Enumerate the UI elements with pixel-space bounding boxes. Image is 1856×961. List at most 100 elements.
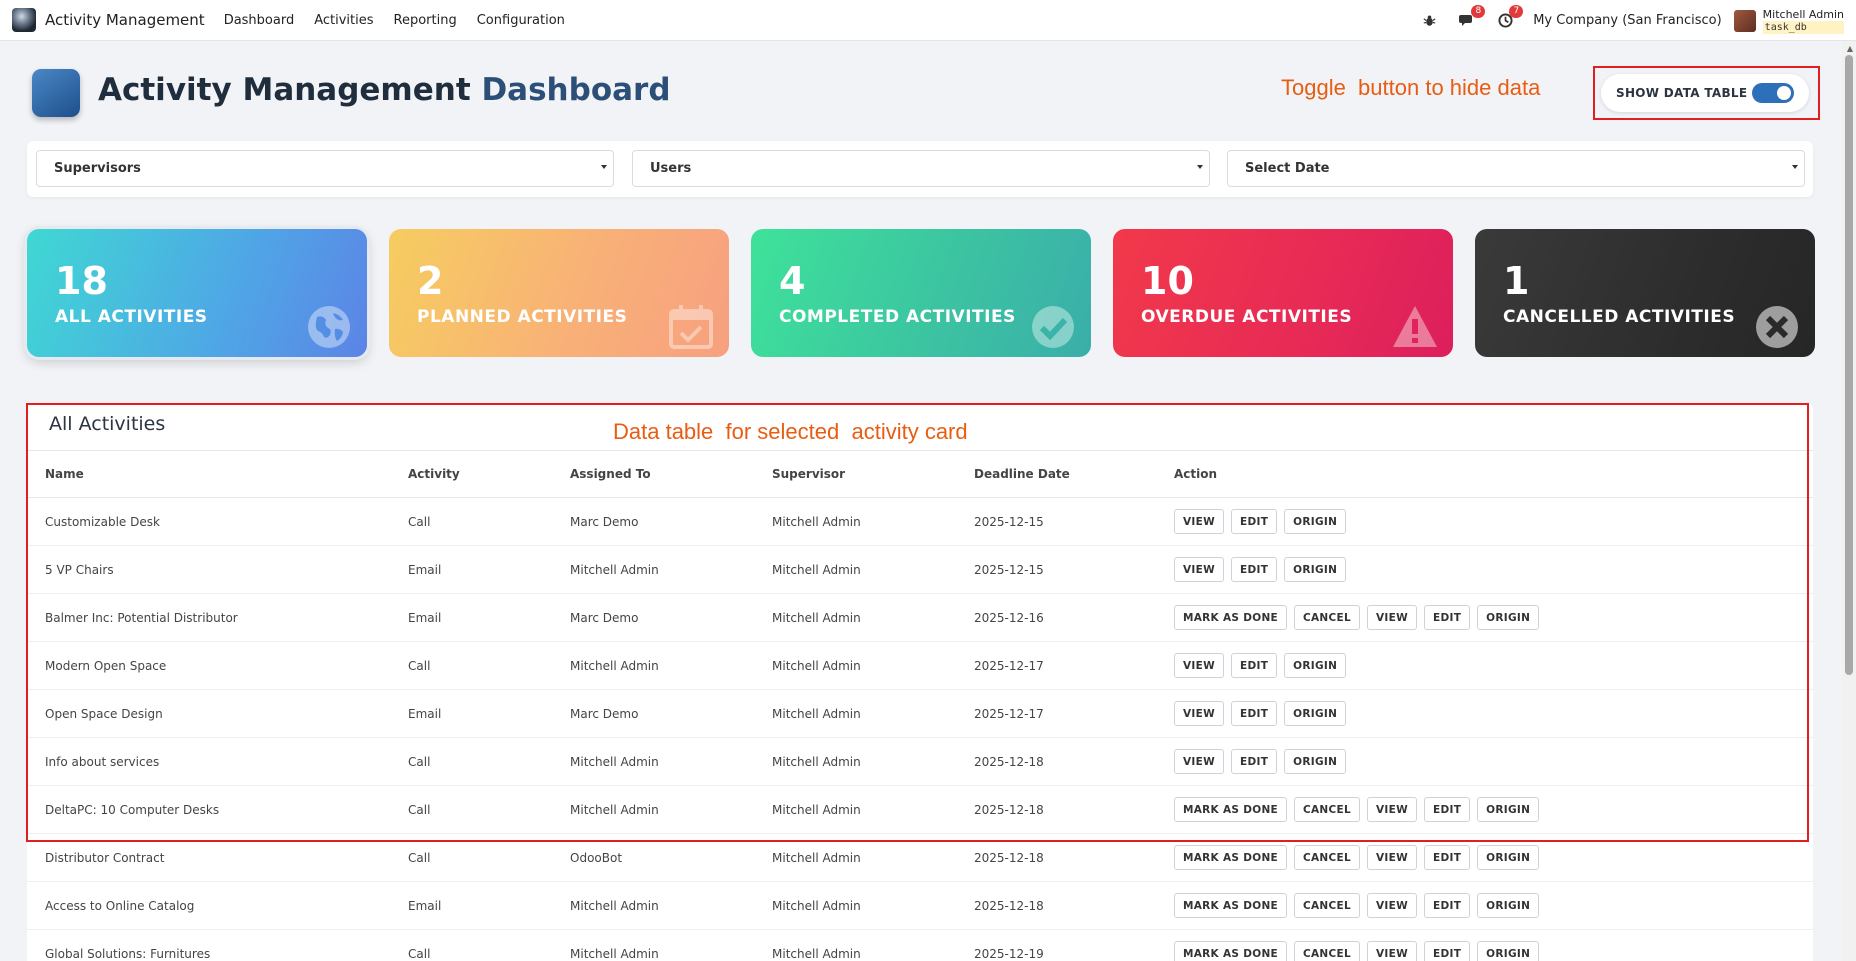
- cell-activity: Call: [408, 947, 431, 961]
- cancel-button[interactable]: CANCEL: [1294, 845, 1360, 870]
- user-menu[interactable]: Mitchell Admin task_db: [1762, 8, 1844, 34]
- app-logo-icon[interactable]: [12, 8, 36, 32]
- table-header: Name Activity Assigned To Supervisor Dea…: [27, 450, 1813, 498]
- cell-supervisor: Mitchell Admin: [772, 611, 861, 625]
- filter-bar: Supervisors Users Select Date: [27, 141, 1813, 197]
- view-button[interactable]: VIEW: [1174, 749, 1224, 774]
- cancel-button[interactable]: CANCEL: [1294, 893, 1360, 918]
- edit-button[interactable]: EDIT: [1424, 797, 1471, 822]
- cancel-button[interactable]: CANCEL: [1294, 605, 1360, 630]
- origin-button[interactable]: ORIGIN: [1477, 797, 1540, 822]
- cell-name: Distributor Contract: [45, 851, 165, 865]
- cell-assigned: Mitchell Admin: [570, 899, 659, 913]
- cell-activity: Email: [408, 611, 442, 625]
- cell-assigned: Mitchell Admin: [570, 563, 659, 577]
- column-header-assigned-to: Assigned To: [570, 467, 651, 481]
- origin-button[interactable]: ORIGIN: [1284, 749, 1347, 774]
- view-button[interactable]: VIEW: [1174, 509, 1224, 534]
- card-overdue-activities[interactable]: 10 OVERDUE ACTIVITIES: [1113, 229, 1453, 357]
- view-button[interactable]: VIEW: [1367, 605, 1417, 630]
- menu-dashboard[interactable]: Dashboard: [224, 13, 295, 28]
- edit-button[interactable]: EDIT: [1231, 653, 1278, 678]
- cell-supervisor: Mitchell Admin: [772, 803, 861, 817]
- bug-icon[interactable]: [1419, 11, 1439, 31]
- scroll-up-icon[interactable]: ▲: [1847, 44, 1853, 53]
- date-select[interactable]: Select Date: [1227, 150, 1805, 187]
- cancel-button[interactable]: CANCEL: [1294, 941, 1360, 961]
- cell-name: Info about services: [45, 755, 160, 769]
- cell-assigned: Mitchell Admin: [570, 947, 659, 961]
- origin-button[interactable]: ORIGIN: [1284, 509, 1347, 534]
- column-header-supervisor: Supervisor: [772, 467, 846, 481]
- card-all-activities[interactable]: 18 ALL ACTIVITIES: [27, 229, 367, 357]
- table-row: Info about services Call Mitchell Admin Mit…: [27, 738, 1813, 786]
- page-scrollbar[interactable]: ▲: [1842, 41, 1856, 961]
- cell-supervisor: Mitchell Admin: [772, 515, 861, 529]
- cancel-button[interactable]: CANCEL: [1294, 797, 1360, 822]
- cell-deadline: 2025-12-18: [974, 755, 1044, 769]
- card-planned-activities[interactable]: 2 PLANNED ACTIVITIES: [389, 229, 729, 357]
- main-menu: Dashboard Activities Reporting Configura…: [214, 13, 575, 28]
- edit-button[interactable]: EDIT: [1231, 701, 1278, 726]
- card-cancelled-activities[interactable]: 1 CANCELLED ACTIVITIES: [1475, 229, 1815, 357]
- card-label: OVERDUE ACTIVITIES: [1141, 307, 1353, 327]
- origin-button[interactable]: ORIGIN: [1477, 893, 1540, 918]
- page-title-accent: Dashboard: [481, 72, 671, 108]
- edit-button[interactable]: EDIT: [1231, 509, 1278, 534]
- cell-activity: Call: [408, 851, 431, 865]
- cell-supervisor: Mitchell Admin: [772, 659, 861, 673]
- mark-as-done-button[interactable]: MARK AS DONE: [1174, 845, 1287, 870]
- cell-name: 5 VP Chairs: [45, 563, 114, 577]
- mark-as-done-button[interactable]: MARK AS DONE: [1174, 941, 1287, 961]
- clock-icon[interactable]: 7: [1495, 4, 1524, 31]
- edit-button[interactable]: EDIT: [1424, 941, 1471, 961]
- times-circle-icon: [1756, 306, 1798, 348]
- supervisors-select[interactable]: Supervisors: [36, 150, 614, 187]
- menu-reporting[interactable]: Reporting: [394, 13, 457, 28]
- view-button[interactable]: VIEW: [1367, 845, 1417, 870]
- avatar[interactable]: [1733, 9, 1756, 32]
- origin-button[interactable]: ORIGIN: [1284, 701, 1347, 726]
- users-select[interactable]: Users: [632, 150, 1210, 187]
- view-button[interactable]: VIEW: [1367, 797, 1417, 822]
- edit-button[interactable]: EDIT: [1231, 749, 1278, 774]
- card-completed-activities[interactable]: 4 COMPLETED ACTIVITIES: [751, 229, 1091, 357]
- view-button[interactable]: VIEW: [1174, 701, 1224, 726]
- edit-button[interactable]: EDIT: [1231, 557, 1278, 582]
- table-row: Access to Online Catalog Email Mitchell Ad…: [27, 882, 1813, 930]
- view-button[interactable]: VIEW: [1174, 557, 1224, 582]
- view-button[interactable]: VIEW: [1367, 893, 1417, 918]
- show-data-table-toggle[interactable]: [1752, 83, 1794, 103]
- mark-as-done-button[interactable]: MARK AS DONE: [1174, 797, 1287, 822]
- scrollbar-thumb[interactable]: [1845, 55, 1853, 675]
- cell-name: Open Space Design: [45, 707, 163, 721]
- origin-button[interactable]: ORIGIN: [1477, 941, 1540, 961]
- chevron-down-icon: [1792, 165, 1798, 169]
- view-button[interactable]: VIEW: [1174, 653, 1224, 678]
- origin-button[interactable]: ORIGIN: [1477, 605, 1540, 630]
- app-name[interactable]: Activity Management: [45, 11, 205, 29]
- origin-button[interactable]: ORIGIN: [1284, 653, 1347, 678]
- messages-icon[interactable]: 8: [1457, 4, 1486, 31]
- cell-name: Customizable Desk: [45, 515, 160, 529]
- origin-button[interactable]: ORIGIN: [1477, 845, 1540, 870]
- cell-assigned: Mitchell Admin: [570, 755, 659, 769]
- mark-as-done-button[interactable]: MARK AS DONE: [1174, 893, 1287, 918]
- origin-button[interactable]: ORIGIN: [1284, 557, 1347, 582]
- menu-activities[interactable]: Activities: [314, 13, 373, 28]
- row-actions: MARK AS DONE CANCEL VIEW EDIT ORIGIN: [1174, 605, 1540, 630]
- page-title-main: Activity Management: [98, 72, 471, 108]
- mark-as-done-button[interactable]: MARK AS DONE: [1174, 605, 1287, 630]
- cell-name: Balmer Inc: Potential Distributor: [45, 611, 238, 625]
- company-switcher[interactable]: My Company (San Francisco): [1533, 13, 1721, 28]
- edit-button[interactable]: EDIT: [1424, 845, 1471, 870]
- row-actions: MARK AS DONE CANCEL VIEW EDIT ORIGIN: [1174, 845, 1540, 870]
- cell-deadline: 2025-12-17: [974, 659, 1044, 673]
- edit-button[interactable]: EDIT: [1424, 605, 1471, 630]
- view-button[interactable]: VIEW: [1367, 941, 1417, 961]
- messages-badge: 8: [1471, 4, 1486, 18]
- table-row: Open Space Design Email Marc Demo Mitchell …: [27, 690, 1813, 738]
- menu-configuration[interactable]: Configuration: [477, 13, 565, 28]
- edit-button[interactable]: EDIT: [1424, 893, 1471, 918]
- cell-supervisor: Mitchell Admin: [772, 563, 861, 577]
